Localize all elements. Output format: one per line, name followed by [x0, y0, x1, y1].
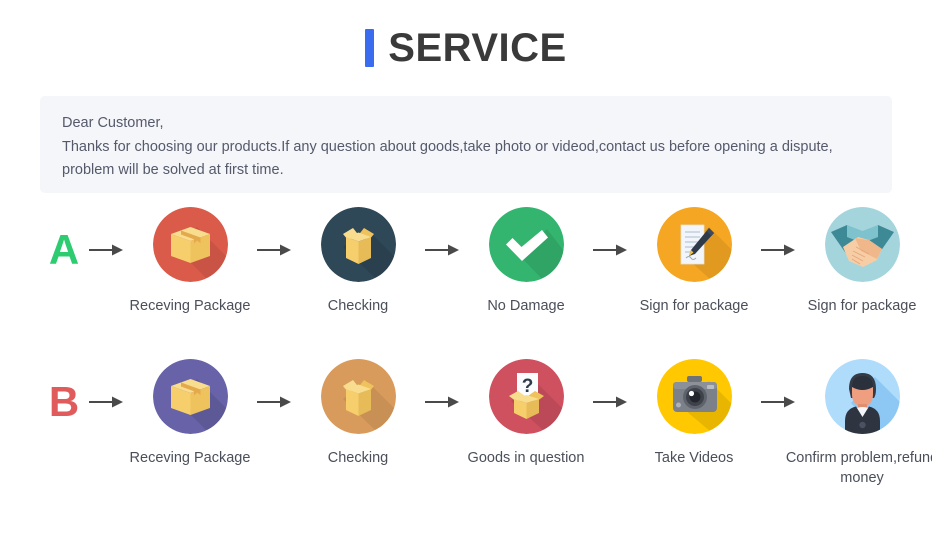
- customer-notice-box: Dear Customer, Thanks for choosing our p…: [40, 96, 892, 193]
- handshake-icon: [824, 207, 900, 282]
- step-a-1: Receving Package: [128, 207, 252, 316]
- camera-icon: [656, 359, 732, 434]
- step-a-5: Sign for package: [800, 207, 924, 316]
- question-box-icon: ?: [488, 359, 564, 434]
- right-arrow-icon: [588, 359, 632, 409]
- step-b-2: Checking: [296, 359, 420, 468]
- step-label: Sign for package: [807, 298, 917, 314]
- person-support-icon: [824, 359, 900, 434]
- right-arrow-icon: [252, 207, 296, 257]
- open-box-icon: [320, 207, 396, 282]
- row-label-b: B: [48, 378, 80, 425]
- document-pen-icon: [656, 207, 732, 282]
- step-label: Receving Package: [129, 450, 251, 466]
- notice-line-1: Dear Customer,: [62, 115, 164, 131]
- flow-row-a: A Receving Package Checking No Damage Si…: [0, 207, 932, 359]
- flow-rows: A Receving Package Checking No Damage Si…: [0, 193, 932, 511]
- step-label: Checking: [327, 298, 389, 314]
- step-label: Confirm problem,refund money: [785, 450, 932, 486]
- right-arrow-icon: [420, 359, 464, 409]
- service-flow-page: SERVICE Dear Customer, Thanks for choosi…: [0, 0, 932, 550]
- right-arrow-icon: [420, 207, 464, 257]
- title-accent-bar: [365, 29, 375, 67]
- flow-row-b: B Receving Package Checking ? Goods in q…: [0, 359, 932, 511]
- step-b-5: Confirm problem,refund money: [786, 359, 932, 488]
- step-a-3: No Damage: [464, 207, 588, 316]
- open-box-icon: [320, 359, 396, 434]
- right-arrow-icon: [756, 359, 800, 409]
- page-title-text: SERVICE: [388, 26, 567, 70]
- row-label-a: A: [48, 226, 80, 273]
- right-arrow-icon: [84, 359, 128, 409]
- right-arrow-icon: [756, 207, 800, 257]
- notice-line-2: Thanks for choosing our products.If any …: [62, 138, 833, 155]
- step-a-4: Sign for package: [632, 207, 756, 316]
- step-label: Checking: [327, 450, 389, 466]
- notice-line-3: problem will be solved at first time.: [62, 162, 284, 178]
- check-mark-icon: [488, 207, 564, 282]
- right-arrow-icon: [252, 359, 296, 409]
- right-arrow-icon: [588, 207, 632, 257]
- step-b-3: ? Goods in question: [464, 359, 588, 468]
- step-label: Goods in question: [467, 450, 585, 466]
- step-b-1: Receving Package: [128, 359, 252, 468]
- step-label: No Damage: [487, 298, 565, 314]
- page-title: SERVICE: [0, 0, 932, 96]
- step-label: Take Videos: [654, 450, 734, 466]
- closed-box-icon: [152, 359, 228, 434]
- step-label: Receving Package: [129, 298, 251, 314]
- step-label: Sign for package: [639, 298, 749, 314]
- closed-box-icon: [152, 207, 228, 282]
- right-arrow-icon: [84, 207, 128, 257]
- step-b-4: Take Videos: [632, 359, 756, 468]
- step-a-2: Checking: [296, 207, 420, 316]
